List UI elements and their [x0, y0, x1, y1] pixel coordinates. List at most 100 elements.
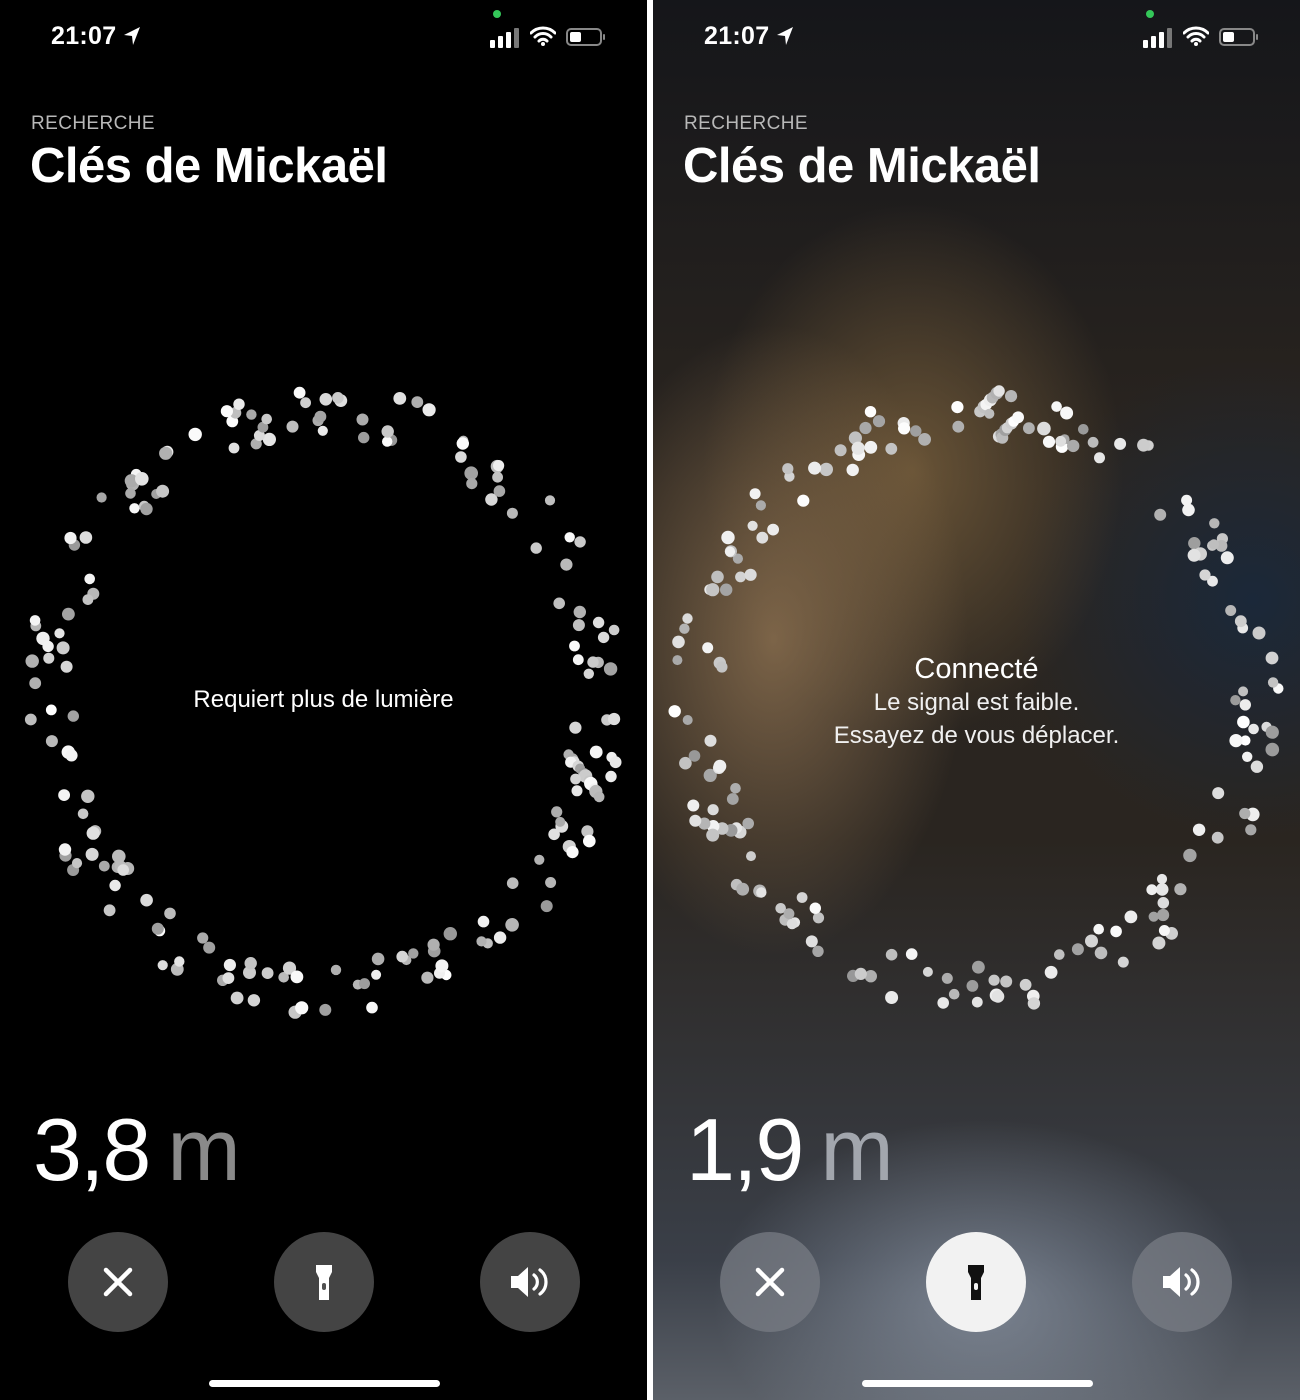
particle-dot: [24, 713, 37, 726]
battery-icon: [566, 28, 605, 46]
particle-dot: [726, 793, 739, 805]
particle-dot: [476, 936, 487, 947]
particle-dot: [808, 461, 822, 475]
particle-dot: [864, 406, 877, 418]
particle-dot: [834, 444, 847, 457]
particle-dot: [687, 799, 700, 812]
particle-dot: [589, 745, 603, 759]
particle-dot: [851, 441, 865, 455]
screen-low-light: 21:07 RECHERCHE Clés de Mickaël Requiert…: [0, 0, 647, 1400]
particle-dot: [456, 437, 469, 450]
particle-dot: [135, 472, 149, 486]
particle-dot: [86, 826, 100, 840]
particle-dot: [79, 531, 93, 544]
particle-dot: [1000, 975, 1013, 988]
particle-dot: [782, 463, 794, 475]
particle-dot: [81, 789, 95, 803]
distance-value: 3,8: [33, 1100, 151, 1199]
particle-dot: [679, 623, 690, 634]
particle-dot: [735, 571, 746, 583]
particle-dot: [317, 425, 328, 436]
particle-dot: [443, 927, 457, 941]
particle-dot: [1156, 873, 1168, 885]
particle-dot: [1152, 936, 1166, 950]
particle-dot: [742, 817, 754, 830]
particle-dot: [749, 488, 761, 500]
home-indicator[interactable]: [209, 1380, 440, 1387]
particle-dot: [1148, 911, 1159, 922]
particle-dot: [330, 964, 342, 976]
particle-dot: [109, 879, 121, 892]
status-time: 21:07: [704, 22, 770, 50]
particle-dot: [435, 959, 449, 973]
particle-dot: [1044, 965, 1058, 979]
particle-dot: [786, 918, 798, 930]
particle-dot: [1078, 424, 1089, 435]
particle-dot: [1085, 934, 1098, 948]
wifi-icon: [1183, 26, 1209, 46]
particle-dot: [988, 974, 1000, 986]
flashlight-button[interactable]: [926, 1232, 1026, 1332]
particle-dot: [117, 864, 129, 876]
particle-dot: [1220, 551, 1234, 565]
particle-dot: [371, 952, 385, 966]
distance-readout: 1,9 m: [686, 1100, 894, 1200]
particle-dot: [293, 386, 306, 399]
particle-dot: [1055, 435, 1067, 447]
home-indicator[interactable]: [862, 1380, 1093, 1387]
particle-dot: [608, 624, 620, 636]
particle-dot: [203, 941, 216, 954]
particle-dot: [755, 500, 766, 511]
particle-dot: [952, 420, 965, 433]
particle-dot: [1087, 436, 1099, 448]
particle-dot: [1023, 422, 1035, 435]
particle-dot: [905, 948, 918, 960]
particle-dot: [571, 785, 583, 797]
play-sound-button[interactable]: [480, 1232, 580, 1332]
flashlight-button[interactable]: [274, 1232, 374, 1332]
particle-dot: [609, 756, 622, 769]
particle-dot: [797, 494, 810, 507]
play-sound-button[interactable]: [1132, 1232, 1232, 1332]
particle-dot: [356, 413, 369, 426]
particle-dot: [854, 967, 867, 981]
particle-dot: [689, 814, 702, 827]
status-bar: 21:07: [0, 0, 647, 70]
close-icon: [103, 1267, 133, 1297]
particle-dot: [540, 900, 553, 913]
particle-dot: [1211, 831, 1224, 844]
particle-dot: [261, 413, 273, 425]
particle-dot: [566, 846, 579, 859]
particle-dot: [129, 503, 140, 514]
particle-dot: [984, 408, 995, 419]
particle-dot: [583, 834, 596, 848]
particle-dot: [1225, 605, 1237, 616]
particle-dot: [1071, 943, 1084, 956]
particle-dot: [583, 668, 594, 679]
particle-dot: [872, 415, 886, 428]
particle-dot: [477, 915, 490, 928]
particle-dot: [812, 945, 824, 957]
distance-value: 1,9: [686, 1100, 804, 1199]
particle-dot: [592, 616, 605, 629]
particle-dot: [809, 902, 821, 914]
speaker-icon: [1163, 1267, 1200, 1297]
item-title: Clés de Mickaël: [683, 139, 1041, 193]
close-button[interactable]: [68, 1232, 168, 1332]
particle-dot: [464, 466, 479, 480]
particle-dot: [885, 948, 898, 961]
status-time: 21:07: [51, 22, 117, 50]
particle-dot: [45, 735, 58, 748]
particle-dot: [25, 654, 39, 668]
particle-dot: [972, 960, 985, 974]
close-button[interactable]: [720, 1232, 820, 1332]
particle-dot: [756, 531, 769, 544]
particle-dot: [608, 712, 621, 726]
particle-dot: [1239, 807, 1251, 820]
particle-dot: [682, 613, 693, 624]
particle-dot: [1019, 978, 1032, 991]
particle-dot: [64, 531, 77, 545]
particle-dot: [713, 759, 727, 773]
battery-icon: [1219, 28, 1258, 46]
particle-dot: [222, 972, 235, 984]
